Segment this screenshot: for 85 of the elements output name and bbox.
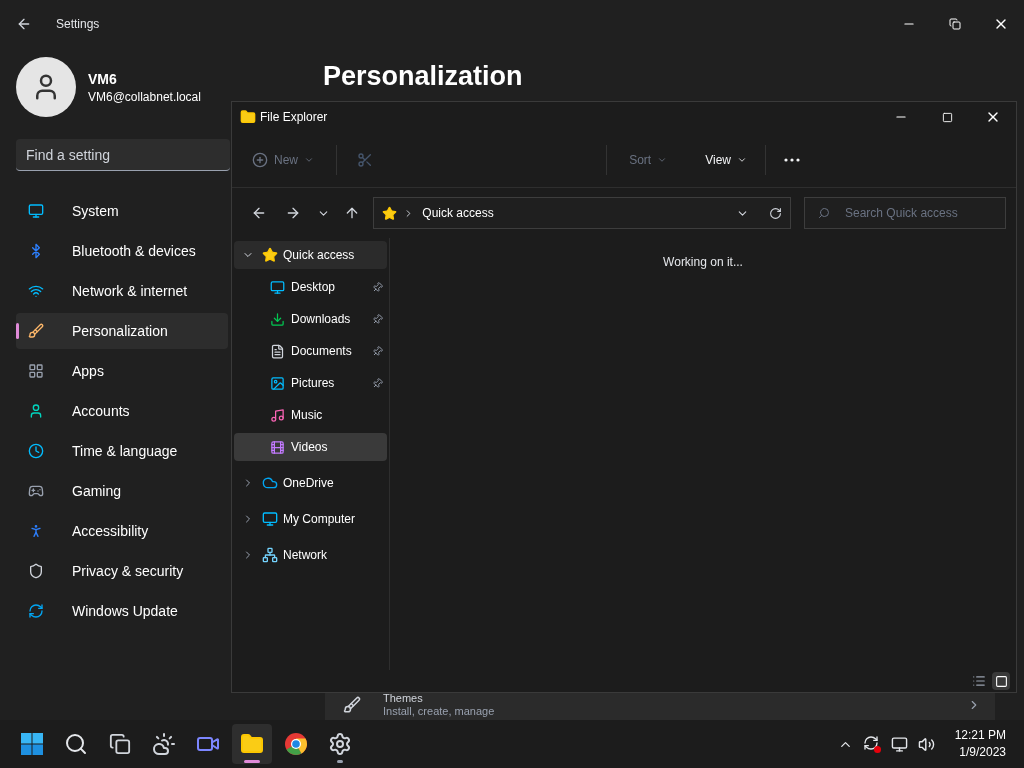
nav-item[interactable]: Apps (16, 353, 228, 389)
tiles-view-button[interactable] (992, 672, 1010, 690)
brush-icon (343, 696, 361, 714)
nav-item[interactable]: Accounts (16, 393, 228, 429)
sync-alert-icon[interactable] (862, 735, 881, 753)
accessibility-icon (28, 523, 44, 539)
network-icon[interactable] (890, 735, 908, 753)
themes-title: Themes (383, 693, 424, 704)
search-field[interactable]: Search Quick access (804, 197, 1006, 229)
tree-item[interactable]: Pictures (234, 369, 387, 397)
image-icon (270, 375, 285, 391)
square-icon (994, 674, 1008, 688)
avatar (16, 57, 76, 117)
tree-item[interactable]: Desktop (234, 273, 387, 301)
refresh-icon (28, 603, 44, 619)
maximize-icon (941, 111, 953, 123)
tree-item[interactable]: Videos (234, 433, 387, 461)
film-icon (270, 439, 285, 455)
gamepad-icon (28, 483, 44, 499)
tree-item[interactable]: Downloads (234, 305, 387, 333)
running-indicator (244, 760, 260, 763)
window-title: Settings (56, 16, 100, 32)
download-icon (270, 311, 285, 327)
nav-item[interactable]: Network & internet (16, 273, 228, 309)
search-icon (818, 207, 830, 219)
running-indicator (337, 760, 343, 763)
brush-icon (28, 323, 44, 339)
cloud-icon (262, 475, 278, 491)
monitor-icon (28, 203, 44, 219)
tree-item[interactable]: My Computer (234, 505, 387, 533)
search-icon (64, 732, 88, 756)
address-text: Quick access (422, 205, 494, 221)
more-icon (784, 157, 800, 162)
restore-icon (949, 18, 961, 30)
status-message: Working on it... (663, 254, 743, 270)
nav-item[interactable]: Accessibility (16, 513, 228, 549)
star-icon (382, 205, 398, 221)
clock-time[interactable]: 12:21 PM (954, 727, 1006, 744)
view-button[interactable]: View (697, 143, 755, 176)
speaker-icon[interactable] (917, 735, 935, 753)
wifi-icon (28, 283, 44, 299)
network-icon (262, 547, 278, 563)
chrome-logo-icon (284, 732, 308, 756)
scissors-icon (357, 151, 373, 168)
person-icon (28, 403, 44, 419)
list-icon (972, 674, 986, 688)
document-icon (270, 343, 285, 359)
themes-description: Install, create, manage (383, 706, 495, 717)
address-bar[interactable]: Quick access (373, 197, 791, 229)
clock-icon (28, 443, 44, 459)
shield-icon (28, 563, 44, 579)
weather-icon (152, 732, 176, 756)
star-icon (262, 247, 278, 263)
folder-icon (240, 732, 264, 756)
user-email: VM6@collabnet.local (88, 89, 201, 105)
settings-icon (328, 732, 352, 756)
clock-date[interactable]: 1/9/2023 (959, 744, 1006, 761)
tree-item[interactable]: Quick access (234, 241, 387, 269)
windows-logo-icon (20, 732, 44, 756)
nav-item[interactable]: Gaming (16, 473, 228, 509)
window-title: File Explorer (260, 109, 328, 125)
search-field[interactable]: Find a setting (16, 139, 230, 171)
task-view-icon (109, 733, 131, 755)
taskbar-app-button[interactable] (232, 724, 272, 764)
nav-item[interactable]: System (16, 193, 228, 229)
page-title: Personalization (323, 60, 524, 93)
nav-item[interactable]: Privacy & security (16, 553, 228, 589)
music-icon (270, 407, 285, 423)
sync-arrows-icon (862, 735, 879, 751)
tree-item[interactable]: Network (234, 541, 387, 569)
monitor-icon (270, 279, 285, 295)
user-name: VM6 (88, 70, 118, 89)
nav-item[interactable]: Bluetooth & devices (16, 233, 228, 269)
selection-indicator (16, 323, 19, 339)
tree-item[interactable]: Documents (234, 337, 387, 365)
refresh-icon (769, 206, 782, 220)
nav-item[interactable]: Time & language (16, 433, 228, 469)
app-grid-icon (28, 363, 44, 379)
tree-item[interactable]: Music (234, 401, 387, 429)
nav-item[interactable]: Personalization (16, 313, 228, 349)
plus-circle-icon (252, 151, 268, 168)
nav-item[interactable]: Windows Update (16, 593, 228, 629)
folder-icon (240, 109, 256, 125)
monitor-icon (262, 511, 278, 527)
tree-item[interactable]: OneDrive (234, 469, 387, 497)
